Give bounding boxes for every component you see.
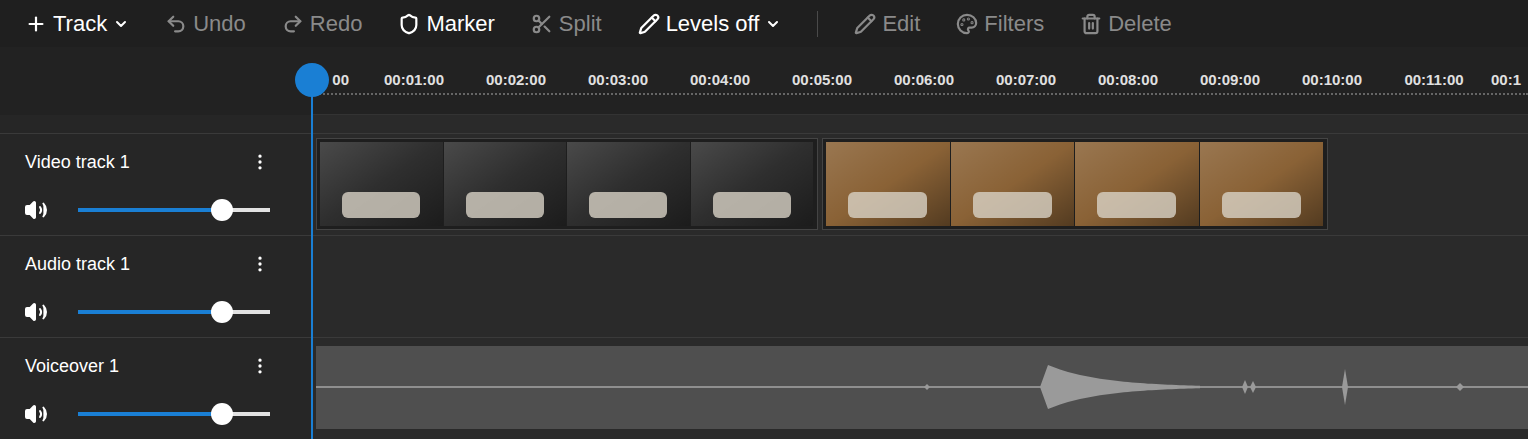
- toolbar-button[interactable]: Delete: [1080, 10, 1172, 38]
- track-lane: [312, 338, 1528, 439]
- chevron-down-icon: [765, 16, 781, 32]
- scrolled-track-strip: [0, 115, 1528, 133]
- volume-icon[interactable]: [24, 402, 48, 426]
- track-name: Voiceover 1: [25, 354, 119, 378]
- clip-frame: [691, 142, 814, 226]
- time-ruler[interactable]: 0000:01:0000:02:0000:03:0000:04:0000:05:…: [312, 47, 1528, 115]
- track-row: Voiceover 1: [0, 337, 1528, 439]
- toolbar-icon: [638, 13, 660, 35]
- video-clip[interactable]: [822, 138, 1328, 230]
- track-row: Video track 1: [0, 133, 1528, 235]
- toolbar-button[interactable]: Filters: [956, 10, 1044, 38]
- track-row: Audio track 1: [0, 235, 1528, 337]
- clip-frame: [951, 142, 1075, 226]
- track-header: Audio track 1: [0, 236, 312, 337]
- ruler-tick: 00:05:00: [771, 71, 873, 89]
- toolbar-button[interactable]: Edit: [854, 10, 920, 38]
- ruler-tick: 00:01:00: [363, 71, 465, 89]
- volume-slider[interactable]: [78, 301, 270, 323]
- playhead-handle[interactable]: [295, 63, 329, 97]
- ruler-tick: 00:03:00: [567, 71, 669, 89]
- clip-frame: [567, 142, 690, 226]
- toolbar-button[interactable]: Levels off: [638, 10, 782, 38]
- track-header: Video track 1: [0, 134, 312, 235]
- clip-frame: [826, 142, 950, 226]
- volume-icon[interactable]: [24, 198, 48, 222]
- video-clip[interactable]: [316, 138, 818, 230]
- toolbar-icon: [854, 13, 876, 35]
- toolbar-separator: [817, 11, 818, 37]
- ruler-tick: 00:04:00: [669, 71, 771, 89]
- playhead-line: [311, 80, 313, 439]
- toolbar-button[interactable]: Marker: [398, 10, 494, 38]
- volume-icon[interactable]: [24, 300, 48, 324]
- clip-frame: [1200, 142, 1324, 226]
- toolbar-button[interactable]: Split: [531, 10, 602, 38]
- ruler-row: 0000:01:0000:02:0000:03:0000:04:0000:05:…: [0, 47, 1528, 115]
- track-name: Audio track 1: [25, 252, 130, 276]
- waveform-icon: [316, 346, 1528, 429]
- toolbar-icon: [165, 13, 187, 35]
- toolbar-icon: [282, 13, 304, 35]
- toolbar-button[interactable]: Track: [25, 10, 129, 38]
- chevron-down-icon: [113, 16, 129, 32]
- clip-frame: [320, 142, 443, 226]
- volume-slider[interactable]: [78, 199, 270, 221]
- voiceover-clip[interactable]: [316, 346, 1528, 429]
- ruler-tick: 00:1: [1485, 71, 1528, 89]
- toolbar-icon: [1080, 13, 1102, 35]
- more-icon[interactable]: [250, 254, 270, 274]
- toolbar: Track Undo Redo Marker Split Levels off Edit Fi…: [0, 0, 1528, 47]
- track-lane: [312, 134, 1528, 235]
- toolbar-icon: [531, 13, 553, 35]
- volume-thumb[interactable]: [211, 403, 233, 425]
- ruler-tick: 00:07:00: [975, 71, 1077, 89]
- ruler-tick: 00:10:00: [1281, 71, 1383, 89]
- toolbar-button[interactable]: Undo: [165, 10, 246, 38]
- ruler-tick: 00:08:00: [1077, 71, 1179, 89]
- ruler-tick: 00:11:00: [1383, 71, 1485, 89]
- more-icon[interactable]: [250, 152, 270, 172]
- clip-frame: [1075, 142, 1199, 226]
- clip-frame: [444, 142, 567, 226]
- ruler-tick: 00:09:00: [1179, 71, 1281, 89]
- more-icon[interactable]: [250, 356, 270, 376]
- volume-thumb[interactable]: [211, 199, 233, 221]
- toolbar-icon: [398, 13, 420, 35]
- volume-slider[interactable]: [78, 403, 270, 425]
- ruler-tick: 00:06:00: [873, 71, 975, 89]
- timeline-editor: Track Undo Redo Marker Split Levels off Edit Fi…: [0, 0, 1528, 439]
- track-name: Video track 1: [25, 150, 130, 174]
- track-header: Voiceover 1: [0, 338, 312, 439]
- toolbar-icon: [25, 13, 47, 35]
- toolbar-icon: [956, 13, 978, 35]
- track-lane: [312, 236, 1528, 337]
- ruler-tick: 00:02:00: [465, 71, 567, 89]
- toolbar-button[interactable]: Redo: [282, 10, 363, 38]
- volume-thumb[interactable]: [211, 301, 233, 323]
